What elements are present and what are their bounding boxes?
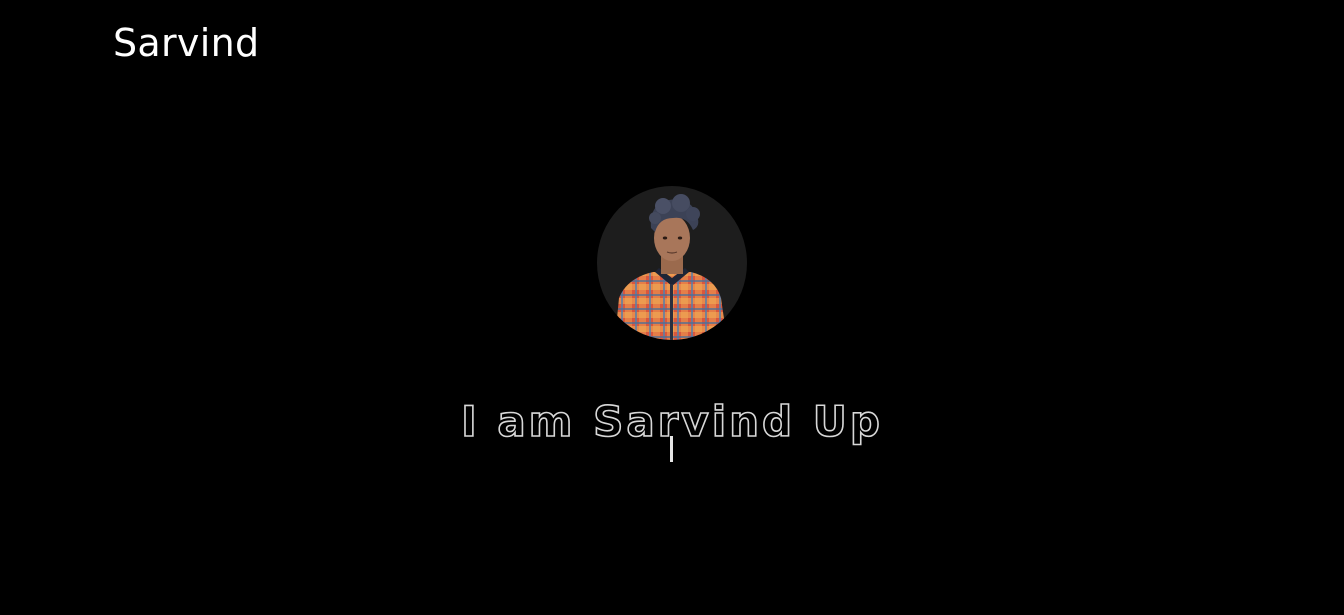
profile-photo-icon: [615, 194, 727, 340]
hero-section: I am Sarvind Up: [0, 0, 1344, 615]
typing-cursor: [670, 436, 673, 462]
profile-avatar: [597, 186, 747, 340]
